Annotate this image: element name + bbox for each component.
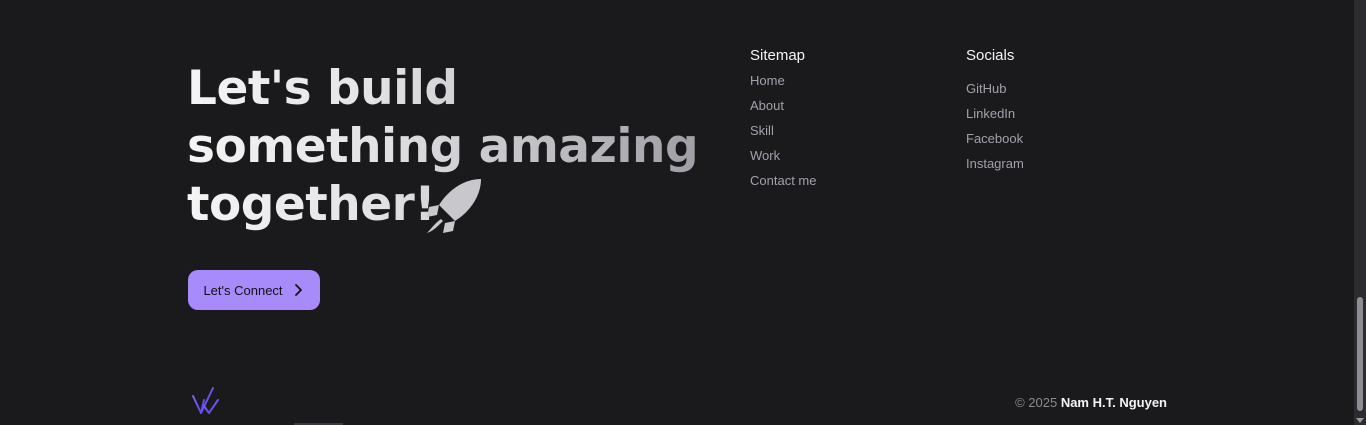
social-link-github[interactable]: GitHub [966, 76, 1024, 101]
sitemap-link-work[interactable]: Work [750, 143, 816, 168]
socials-list: GitHub LinkedIn Facebook Instagram [966, 76, 1024, 176]
sitemap-column: Sitemap Home About Skill Work Contact me [750, 46, 816, 193]
rocket-icon [427, 179, 481, 233]
lets-connect-label: Let's Connect [203, 282, 283, 298]
scrollbar-thumb[interactable] [1357, 297, 1363, 411]
sitemap-list: Home About Skill Work Contact me [750, 68, 816, 193]
sitemap-link-skill[interactable]: Skill [750, 118, 816, 143]
lets-connect-button[interactable]: Let's Connect [188, 270, 320, 310]
copyright-text: © 2025 Nam H.T. Nguyen [1015, 395, 1167, 410]
owner-name: Nam H.T. Nguyen [1060, 395, 1167, 410]
sitemap-link-contact[interactable]: Contact me [750, 168, 816, 193]
scroll-down-arrow-icon[interactable] [1356, 418, 1364, 423]
logo-icon[interactable] [191, 386, 219, 416]
socials-column: Socials GitHub LinkedIn Facebook Instagr… [966, 46, 1024, 176]
sitemap-link-home[interactable]: Home [750, 68, 816, 93]
hero-line-2: something amazing [187, 119, 699, 174]
footer-section: Let's build something amazing together! … [0, 0, 1366, 425]
social-link-instagram[interactable]: Instagram [966, 151, 1024, 176]
social-link-facebook[interactable]: Facebook [966, 126, 1024, 151]
sitemap-title: Sitemap [750, 47, 806, 64]
social-link-linkedin[interactable]: LinkedIn [966, 101, 1024, 126]
vertical-scrollbar[interactable] [1354, 0, 1366, 425]
socials-title: Socials [966, 47, 1015, 64]
copyright-prefix: © 2025 [1015, 395, 1058, 410]
hero-line-1: Let's build [187, 61, 458, 116]
sitemap-link-about[interactable]: About [750, 93, 816, 118]
chevron-right-icon [294, 284, 302, 296]
